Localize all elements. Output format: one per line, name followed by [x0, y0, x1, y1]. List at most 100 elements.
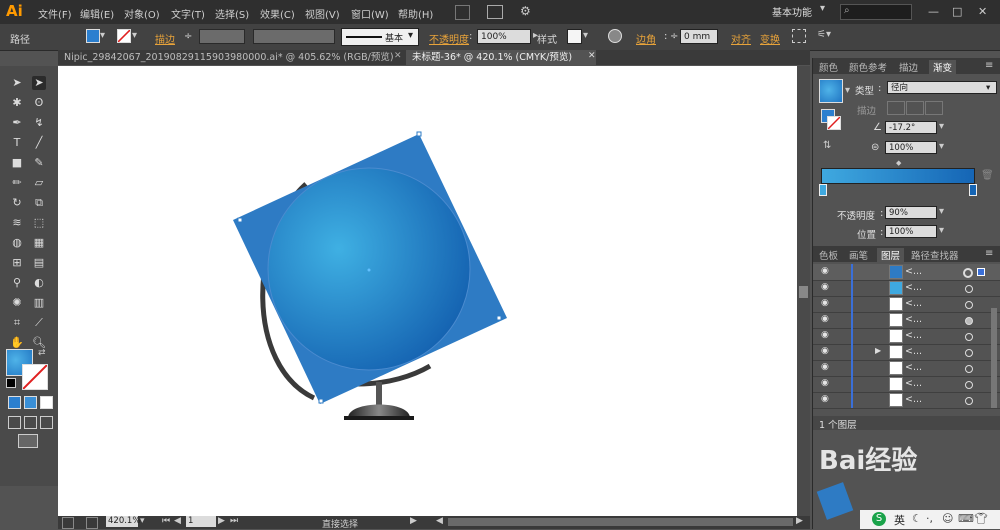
midpoint-diamond-icon[interactable]: ◆	[896, 159, 901, 167]
chevron-down-icon[interactable]: ▾	[939, 121, 944, 132]
canvas-area[interactable]	[58, 66, 810, 516]
layer-name[interactable]: <...	[905, 298, 922, 309]
expand-arrow-icon[interactable]: ▶	[875, 346, 881, 355]
stroke-color-box[interactable]	[22, 364, 48, 390]
corner-stepper[interactable]: ÷	[670, 31, 678, 42]
mesh-tool-icon[interactable]: ⊞	[10, 256, 24, 270]
panel-menu-icon[interactable]: ≡	[985, 60, 993, 71]
reverse-gradient-icon[interactable]: ⇅	[823, 140, 831, 151]
corner-label[interactable]: 边角	[636, 31, 656, 46]
layer-row[interactable]: ◉ <...	[813, 312, 1000, 329]
recolor-icon[interactable]	[608, 29, 622, 43]
tab-pathfinder[interactable]: 路径查找器	[911, 248, 959, 262]
eraser-tool-icon[interactable]: ▱	[32, 176, 46, 190]
swap-colors-icon[interactable]: ⇄	[38, 348, 46, 358]
stroke-weight-dropdown[interactable]	[199, 29, 245, 44]
layer-row[interactable]: ◉ <...	[813, 264, 1000, 281]
layer-row[interactable]: ◉ <...	[813, 360, 1000, 377]
target-icon[interactable]	[965, 285, 973, 293]
eyedropper-tool-icon[interactable]: ⚲	[10, 276, 24, 290]
layer-row[interactable]: ◉ <...	[813, 328, 1000, 345]
selection-indicator[interactable]	[977, 268, 985, 276]
color-mode-icon[interactable]	[8, 396, 21, 409]
magic-wand-tool-icon[interactable]: ✱	[10, 96, 24, 110]
stroke-gradient-mode-1-icon[interactable]	[887, 101, 905, 115]
none-mode-icon[interactable]	[40, 396, 53, 409]
target-icon[interactable]	[963, 268, 973, 278]
search-input[interactable]: ⌕	[840, 4, 912, 20]
emoji-icon[interactable]: ☺	[942, 512, 953, 525]
pencil-tool-icon[interactable]: ✏	[10, 176, 24, 190]
shape-builder-tool-icon[interactable]: ◍	[10, 236, 24, 250]
punctuation-icon[interactable]: ·,	[926, 512, 933, 525]
moon-icon[interactable]: ☾	[912, 512, 922, 525]
artboard-number-field[interactable]: 1	[186, 516, 216, 527]
rotate-tool-icon[interactable]: ↻	[10, 196, 24, 210]
aspect-ratio-field[interactable]: 100%	[885, 141, 937, 154]
target-icon[interactable]	[965, 333, 973, 341]
layer-row[interactable]: ◉ <...	[813, 376, 1000, 393]
tab-document-1[interactable]: Nipic_29842067_20190829115903980000.ai* …	[58, 50, 400, 65]
prev-artboard-icon[interactable]: ◀	[174, 516, 181, 526]
pen-tool-icon[interactable]: ✒	[10, 116, 24, 130]
gradient-type-dropdown[interactable]: 径向 ▾	[887, 81, 997, 94]
type-tool-icon[interactable]: T	[10, 136, 24, 150]
close-tab-icon[interactable]: ✕	[588, 51, 596, 61]
chevron-down-icon[interactable]: ▾	[100, 30, 105, 41]
workspace-switcher[interactable]: 基本功能	[772, 4, 812, 19]
stroke-indicator[interactable]	[827, 116, 841, 130]
gradient-tool-icon[interactable]: ▤	[32, 256, 46, 270]
chevron-right-icon[interactable]: ▶	[410, 516, 417, 526]
tab-stroke[interactable]: 描边	[899, 60, 918, 74]
eye-icon[interactable]: ◉	[821, 378, 829, 388]
stand-neck[interactable]	[376, 382, 382, 406]
menu-window[interactable]: 窗口(W)	[351, 6, 389, 21]
layer-name[interactable]: <...	[905, 266, 922, 277]
layer-name[interactable]: <...	[905, 330, 922, 341]
chevron-down-icon[interactable]: ▾	[140, 516, 145, 526]
eye-icon[interactable]: ◉	[821, 362, 829, 372]
line-tool-icon[interactable]: ╱	[32, 136, 46, 150]
panel-menu-icon[interactable]: ≡	[985, 248, 993, 259]
tab-brushes[interactable]: 画笔	[849, 248, 868, 262]
layer-name[interactable]: <...	[905, 314, 922, 325]
align-link[interactable]: 对齐	[731, 31, 751, 46]
width-tool-icon[interactable]: ≋	[10, 216, 24, 230]
target-icon[interactable]	[965, 317, 973, 325]
artboard[interactable]	[58, 66, 797, 516]
tab-color-guide[interactable]: 颜色参考	[849, 60, 887, 74]
curvature-tool-icon[interactable]: ↯	[32, 116, 46, 130]
variable-width-dropdown[interactable]	[253, 29, 335, 44]
slice-tool-icon[interactable]: ⟋	[32, 316, 46, 330]
perspective-grid-tool-icon[interactable]: ▦	[32, 236, 46, 250]
last-artboard-icon[interactable]: ⏭	[230, 516, 238, 526]
direct-selection-tool-icon[interactable]: ➤	[32, 76, 46, 90]
layer-row[interactable]: ◉ <...	[813, 280, 1000, 297]
eye-icon[interactable]: ◉	[821, 394, 829, 404]
share-icon[interactable]	[86, 517, 98, 529]
chevron-down-icon[interactable]: ▾	[583, 30, 588, 41]
target-icon[interactable]	[965, 397, 973, 405]
menu-select[interactable]: 选择(S)	[215, 6, 249, 21]
eye-icon[interactable]: ◉	[821, 314, 829, 324]
gradient-slider[interactable]	[821, 168, 975, 184]
stand-foot[interactable]	[344, 416, 414, 420]
anchor-point[interactable]	[318, 398, 324, 404]
tab-color[interactable]: 颜色	[819, 60, 838, 74]
stroke-label[interactable]: 描边	[155, 31, 175, 46]
gpu-icon[interactable]: ⚙	[520, 4, 531, 18]
scale-tool-icon[interactable]: ⧉	[32, 196, 46, 210]
menu-object[interactable]: 对象(O)	[124, 6, 160, 21]
panel-menu-icon[interactable]: ⚟▾	[817, 29, 831, 40]
menu-type[interactable]: 文字(T)	[171, 6, 205, 21]
artboard-tool-icon[interactable]: ⌗	[10, 316, 24, 330]
first-artboard-icon[interactable]: ⏮	[162, 516, 170, 526]
symbol-sprayer-tool-icon[interactable]: ✺	[10, 296, 24, 310]
stroke-gradient-mode-2-icon[interactable]	[906, 101, 924, 115]
eye-icon[interactable]: ◉	[821, 298, 829, 308]
column-graph-tool-icon[interactable]: ▥	[32, 296, 46, 310]
minimize-button[interactable]: —	[928, 5, 939, 18]
transform-link[interactable]: 变换	[760, 31, 780, 46]
delete-stop-icon[interactable]: 🗑︎	[981, 170, 994, 181]
draw-normal-icon[interactable]	[8, 416, 21, 429]
